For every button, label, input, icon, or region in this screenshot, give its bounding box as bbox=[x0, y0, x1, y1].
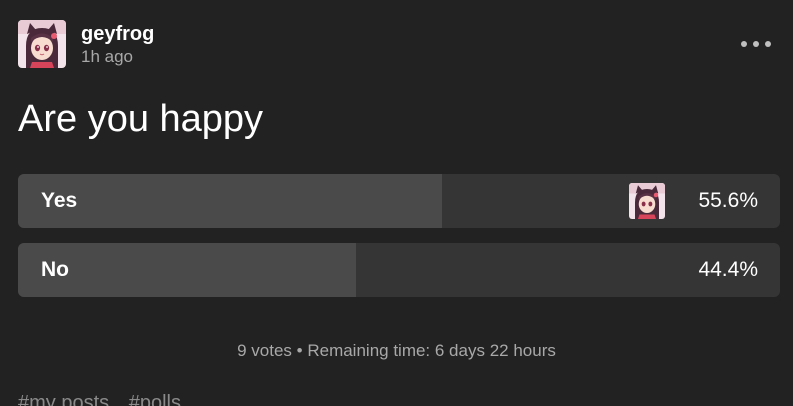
more-options-button[interactable] bbox=[741, 34, 771, 54]
more-dot-icon bbox=[741, 41, 747, 47]
author-avatar[interactable] bbox=[18, 20, 66, 68]
poll-option-percent: 55.6% bbox=[698, 189, 758, 212]
poll-option-fill bbox=[18, 174, 442, 228]
avatar-image-icon bbox=[18, 20, 66, 68]
post-header: geyfrog 1h ago bbox=[18, 20, 154, 68]
poll-option-no[interactable]: No 44.4% bbox=[18, 243, 780, 297]
voter-avatar-image-icon bbox=[629, 183, 665, 219]
poll-option-percent: 44.4% bbox=[698, 258, 758, 281]
post-card: geyfrog 1h ago Are you happy Yes 55.6% N… bbox=[0, 0, 793, 406]
more-dot-icon bbox=[753, 41, 759, 47]
poll-option-label: No bbox=[41, 258, 69, 281]
voter-avatar bbox=[629, 183, 665, 219]
poll-option-label: Yes bbox=[41, 189, 78, 212]
more-dot-icon bbox=[765, 41, 771, 47]
author-username[interactable]: geyfrog bbox=[81, 22, 154, 46]
tag-link[interactable]: #my posts bbox=[18, 392, 109, 406]
post-timestamp[interactable]: 1h ago bbox=[81, 46, 154, 68]
poll-footer-status: 9 votes • Remaining time: 6 days 22 hour… bbox=[237, 341, 556, 360]
tag-link[interactable]: #polls bbox=[129, 392, 181, 406]
post-tags: #my posts #polls bbox=[18, 390, 195, 406]
author-meta: geyfrog 1h ago bbox=[81, 20, 154, 68]
poll-question: Are you happy bbox=[18, 98, 264, 140]
poll-option-yes[interactable]: Yes 55.6% bbox=[18, 174, 780, 228]
